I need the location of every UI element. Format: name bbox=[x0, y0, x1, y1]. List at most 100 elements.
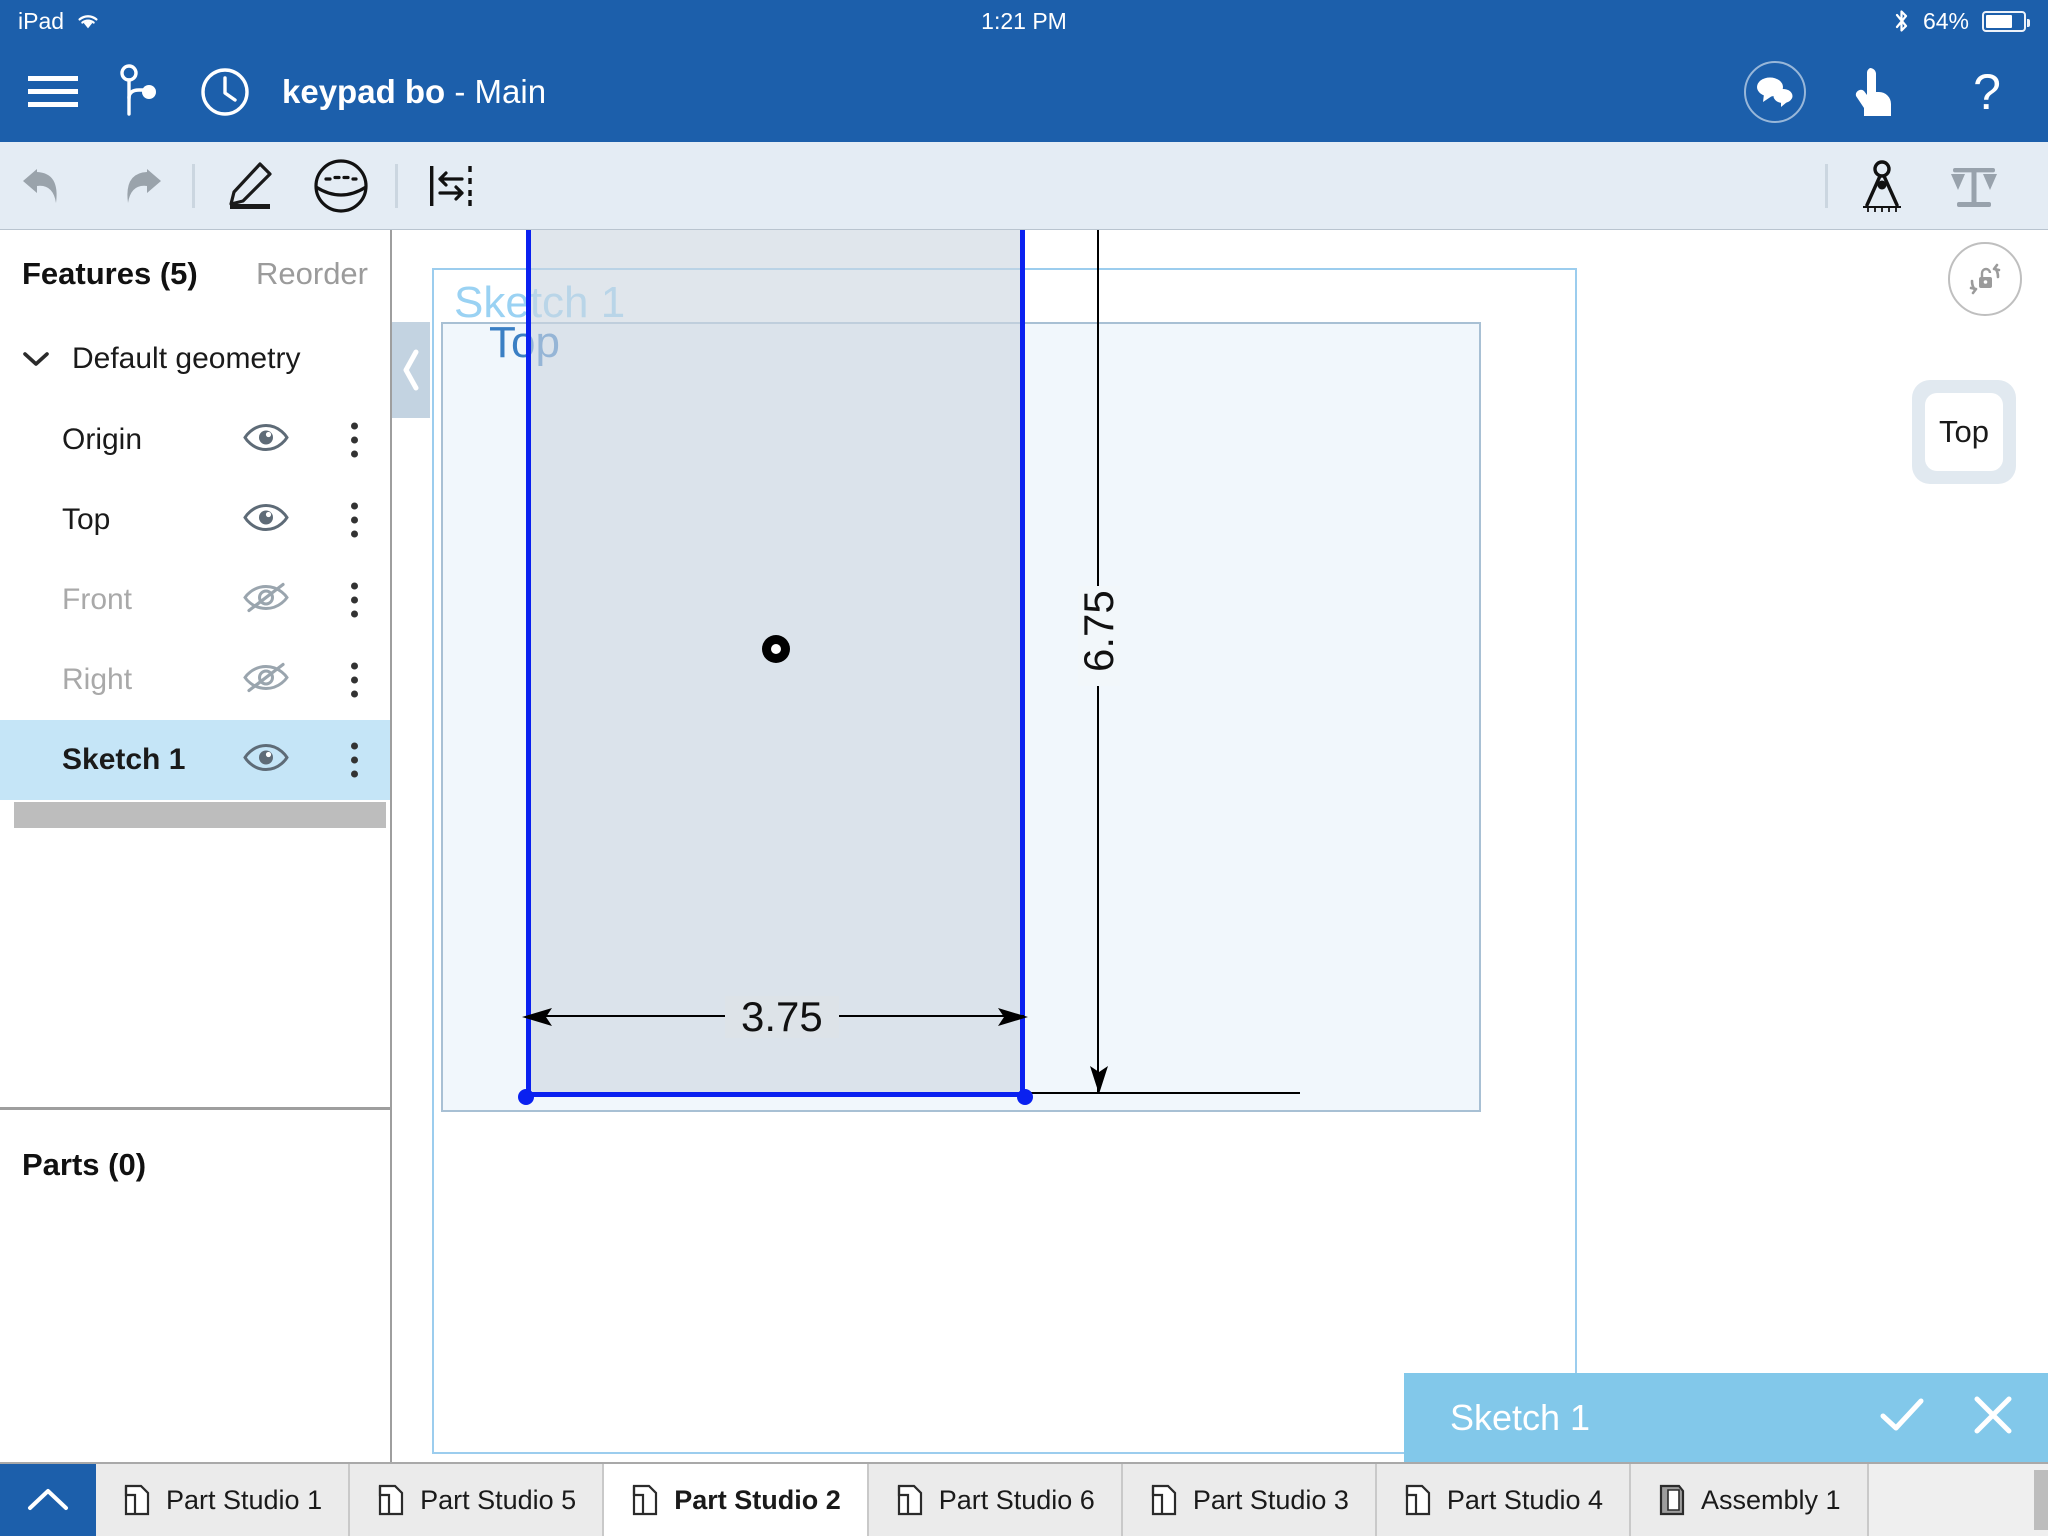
touch-mode-button[interactable] bbox=[1832, 49, 1918, 135]
feature-group-default-geometry[interactable]: Default geometry bbox=[0, 318, 390, 400]
expand-tabs-button[interactable] bbox=[0, 1464, 96, 1536]
app-header-left-group: keypad bo - Main bbox=[0, 49, 546, 135]
eye-visible-icon[interactable] bbox=[242, 743, 290, 778]
ios-status-bar: iPad 1:21 PM 64% bbox=[0, 0, 2048, 42]
tab-part-studio-2[interactable]: Part Studio 2 bbox=[604, 1464, 869, 1536]
rollback-bar[interactable] bbox=[14, 802, 386, 828]
eye-hidden-icon[interactable] bbox=[242, 662, 290, 699]
feature-options-button[interactable] bbox=[351, 742, 358, 778]
measure-button[interactable] bbox=[1836, 142, 1928, 230]
features-header: Features (5) Reorder bbox=[0, 230, 390, 318]
part-studio-icon bbox=[378, 1484, 404, 1516]
feature-options-button[interactable] bbox=[351, 502, 358, 538]
view-cube-label: Top bbox=[1925, 393, 2003, 471]
features-title: Features (5) bbox=[22, 256, 198, 291]
onshape-app-window: iPad 1:21 PM 64% keypad bo - Main ? Sket… bbox=[0, 0, 2048, 1536]
cancel-button[interactable] bbox=[1972, 1394, 2014, 1441]
eye-hidden-icon[interactable] bbox=[242, 582, 290, 619]
part-studio-icon bbox=[897, 1484, 922, 1516]
reorder-button[interactable]: Reorder bbox=[256, 256, 368, 292]
feature-row-top[interactable]: Top bbox=[0, 480, 390, 560]
tab-label: Part Studio 4 bbox=[1446, 1484, 1603, 1515]
tab-label: Part Studio 5 bbox=[420, 1484, 577, 1515]
feature-label: Origin bbox=[62, 423, 143, 456]
sketch-button[interactable] bbox=[203, 142, 295, 230]
panel-collapse-button[interactable] bbox=[392, 322, 430, 418]
feature-label: Front bbox=[62, 583, 133, 616]
feature-row-sketch-1[interactable]: Sketch 1 bbox=[0, 720, 390, 800]
tab-bar-filler bbox=[1868, 1464, 2048, 1536]
feature-options-button[interactable] bbox=[351, 422, 358, 458]
feature-row-right[interactable]: Right bbox=[0, 640, 390, 720]
transform-button[interactable] bbox=[406, 142, 498, 230]
status-bar-clock: 1:21 PM bbox=[981, 7, 1067, 34]
tab-part-studio-6[interactable]: Part Studio 6 bbox=[868, 1464, 1123, 1536]
accept-button[interactable] bbox=[1878, 1395, 1926, 1440]
toolbar-divider-3 bbox=[1825, 163, 1828, 208]
compass-caliper-icon bbox=[1863, 159, 1901, 212]
title-separator: - bbox=[445, 73, 475, 110]
assembly-icon bbox=[1659, 1484, 1685, 1516]
tab-scrollbar-thumb[interactable] bbox=[2034, 1470, 2048, 1530]
help-button[interactable]: ? bbox=[1944, 49, 2030, 135]
view-cube[interactable]: Top bbox=[1912, 380, 2016, 484]
scales-balance-icon bbox=[1951, 167, 1997, 207]
left-panel: Features (5) Reorder Default geometry Or… bbox=[0, 230, 392, 1462]
width-arrow-left bbox=[522, 1008, 552, 1026]
parts-title: Parts (0) bbox=[22, 1147, 147, 1182]
redo-arrow-icon bbox=[127, 168, 161, 203]
part-studio-icon bbox=[1151, 1484, 1176, 1516]
bluetooth-icon bbox=[1895, 10, 1908, 32]
feature-row-origin[interactable]: Origin bbox=[0, 400, 390, 480]
feature-options-button[interactable] bbox=[351, 582, 358, 618]
branch-version-button[interactable] bbox=[96, 49, 182, 135]
comments-button[interactable] bbox=[1744, 61, 1806, 123]
undo-button[interactable] bbox=[0, 142, 92, 230]
tab-part-studio-3[interactable]: Part Studio 3 bbox=[1122, 1464, 1377, 1536]
tab-part-studio-5[interactable]: Part Studio 5 bbox=[350, 1464, 605, 1536]
history-button[interactable] bbox=[182, 49, 268, 135]
sketch-vertex-bottom-right[interactable] bbox=[1017, 1089, 1033, 1105]
rotate-lock-button[interactable] bbox=[1948, 242, 2022, 316]
document-name-label: keypad bo bbox=[282, 73, 446, 110]
width-arrow-right bbox=[998, 1008, 1028, 1026]
sketch-rectangle[interactable] bbox=[526, 230, 1025, 1097]
tab-assembly-1[interactable]: Assembly 1 bbox=[1631, 1464, 1869, 1536]
workspace-name-label: Main bbox=[474, 73, 547, 110]
rotate-lock-icon bbox=[1969, 263, 2001, 295]
document-tab-bar: Part Studio 1 Part Studio 5 Part Studio … bbox=[0, 1462, 2048, 1536]
tab-label: Part Studio 3 bbox=[1192, 1484, 1349, 1515]
height-dimension-value[interactable]: 6.75 bbox=[1075, 586, 1122, 686]
height-arrow-bottom bbox=[1090, 1066, 1108, 1094]
tab-part-studio-4[interactable]: Part Studio 4 bbox=[1376, 1464, 1631, 1536]
graphics-canvas[interactable]: Sketch 1 Top 6.75 3.75 bbox=[392, 230, 2048, 1462]
tab-label: Assembly 1 bbox=[1701, 1484, 1841, 1515]
undo-arrow-icon bbox=[23, 168, 57, 203]
features-panel: Features (5) Reorder Default geometry Or… bbox=[0, 230, 390, 1110]
comments-icon bbox=[1757, 77, 1793, 107]
pointing-hand-icon bbox=[1855, 68, 1891, 116]
chevron-down-icon bbox=[23, 352, 49, 366]
battery-icon bbox=[1982, 10, 2030, 32]
app-header-right-group: ? bbox=[1744, 49, 2030, 135]
redo-button[interactable] bbox=[92, 142, 184, 230]
mass-properties-button[interactable] bbox=[1928, 142, 2020, 230]
shape-button[interactable] bbox=[295, 142, 387, 230]
width-dimension-value[interactable]: 3.75 bbox=[725, 996, 839, 1038]
sketch-vertex-bottom-left[interactable] bbox=[518, 1089, 534, 1105]
feature-label: Right bbox=[62, 663, 133, 696]
document-title[interactable]: keypad bo - Main bbox=[282, 73, 546, 111]
feature-row-front[interactable]: Front bbox=[0, 560, 390, 640]
hamburger-menu-button[interactable] bbox=[10, 49, 96, 135]
feature-options-button[interactable] bbox=[351, 662, 358, 698]
tab-label: Part Studio 2 bbox=[674, 1484, 841, 1515]
pencil-sketch-icon bbox=[229, 161, 272, 209]
close-x-icon bbox=[1974, 1396, 2012, 1434]
feature-dialog-title: Sketch 1 bbox=[1450, 1396, 1591, 1438]
tab-label: Part Studio 1 bbox=[166, 1484, 323, 1515]
toolbar-right-group bbox=[1817, 142, 2020, 230]
eye-visible-icon[interactable] bbox=[242, 423, 290, 458]
tab-part-studio-1[interactable]: Part Studio 1 bbox=[96, 1464, 351, 1536]
origin-point-icon[interactable] bbox=[762, 635, 790, 663]
eye-visible-icon[interactable] bbox=[242, 503, 290, 538]
